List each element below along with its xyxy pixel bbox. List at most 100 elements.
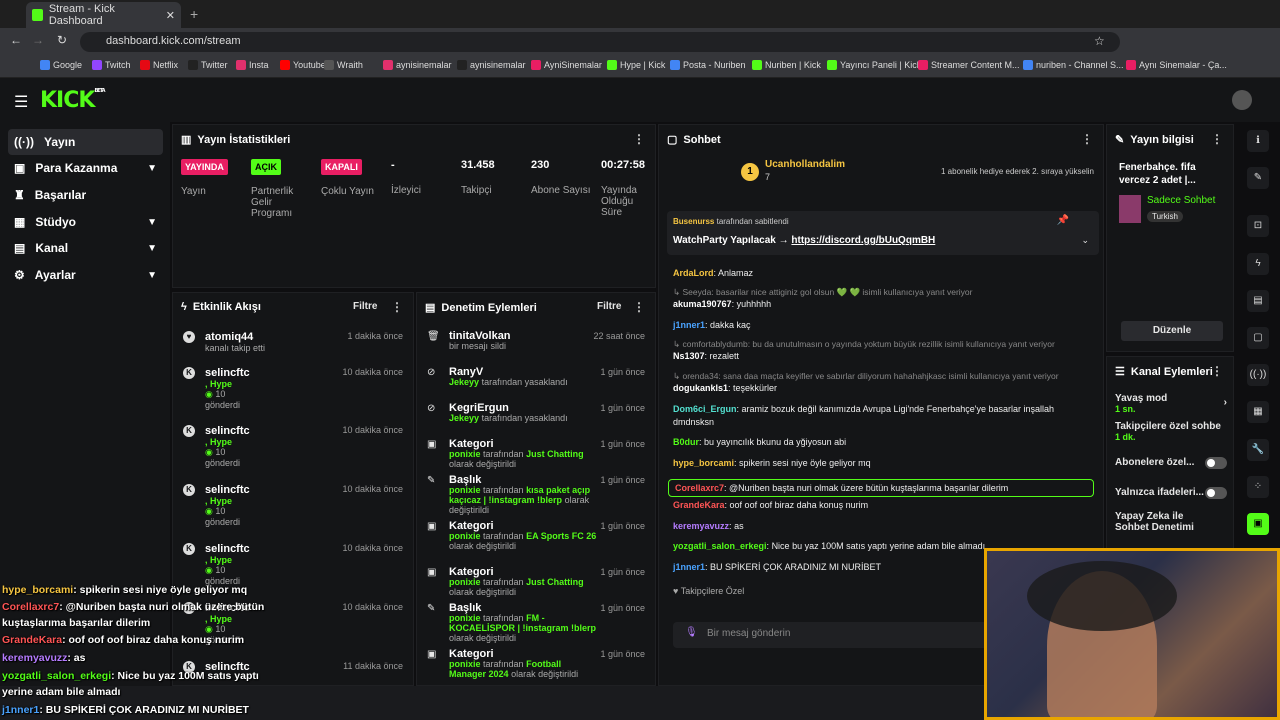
kick-coin-icon: ◉ — [205, 447, 213, 457]
list-icon: ☰ — [1115, 366, 1125, 378]
app-icon[interactable]: ▣ — [1247, 513, 1269, 535]
chat-message[interactable]: Dom6ci_Ergun: aramiz bozuk değil kanımız… — [673, 403, 1083, 429]
bolt-icon[interactable]: ϟ — [1247, 253, 1269, 275]
document-icon[interactable]: ▤ — [1247, 290, 1269, 312]
close-tab-icon[interactable]: ✕ — [166, 9, 175, 22]
bookmark-item[interactable]: Insta — [236, 60, 269, 70]
broadcast-icon: ((·)) — [14, 135, 34, 149]
chat-message[interactable]: j1nner1: dakka kaç — [673, 320, 751, 330]
new-tab-button[interactable]: + — [190, 6, 198, 22]
bookmark-item[interactable]: AyniSinemalar — [531, 60, 602, 70]
bookmark-item[interactable]: Yayıncı Paneli | Kick — [827, 60, 921, 70]
action-followers-only[interactable]: Takipçilere özel sohbe 1 dk. — [1115, 421, 1227, 443]
tab-title: Stream - Kick Dashboard — [48, 3, 115, 27]
kick-logo[interactable]: KICKBETA — [40, 88, 106, 113]
more-icon[interactable]: ⋮ — [1081, 132, 1093, 146]
more-icon[interactable]: ⋮ — [1211, 364, 1223, 378]
discord-link[interactable]: https://discord.gg/bUuQqmBH — [791, 235, 935, 246]
stream-stats-panel: ▥ Yayın İstatistikleri ⋮ YAYINDA Yayın AÇI… — [172, 124, 656, 288]
activity-item: K selincftc , Hype ◉ 10 gönderdi 10 dakika… — [173, 367, 413, 410]
pencil-icon[interactable]: ✎ — [1247, 167, 1269, 189]
broadcast-icon[interactable]: ((·)) — [1247, 364, 1269, 386]
bookmark-item[interactable]: Aynı Sinemalar - Ça... — [1126, 60, 1227, 70]
bookmark-item[interactable]: Streamer Content M... — [918, 60, 1020, 70]
bookmark-item[interactable]: Youtube — [280, 60, 326, 70]
edit-button[interactable]: Düzenle — [1121, 321, 1223, 341]
chat-message[interactable]: yozgatli_salon_erkegi: Nice bu yaz 100M … — [673, 541, 985, 551]
reply-context: ↳ orenda34: sana daa maçta keyifler ve s… — [673, 371, 1059, 381]
chat-message[interactable]: j1nner1: BU SPİKERİ ÇOK ARADINIZ MI NURİ… — [673, 562, 881, 572]
chat-icon[interactable]: ▢ — [1247, 327, 1269, 349]
url-input[interactable]: dashboard.kick.com/stream — [80, 32, 1120, 52]
info-icon[interactable]: ℹ — [1247, 130, 1269, 152]
chat-input[interactable]: 🎙 Bir mesaj gönderin — [673, 622, 993, 648]
chat-message[interactable]: keremyavuzz: as — [673, 521, 744, 531]
sidebar-item-ayarlar[interactable]: ⚙ Ayarlar ▼ — [8, 262, 163, 288]
bookmark-favicon-icon — [1126, 60, 1136, 70]
chat-message[interactable]: Ns1307: rezalett — [673, 351, 739, 361]
action-ai-moderation[interactable]: Yapay Zeka ile Sohbet Denetimi — [1115, 511, 1211, 533]
bookmark-item[interactable]: aynisinemalar — [383, 60, 452, 70]
stat-yayin: YAYINDA Yayın — [181, 159, 241, 197]
filter-button[interactable]: Filtre — [353, 301, 377, 312]
menu-icon[interactable]: ☰ — [14, 92, 28, 112]
pin-icon[interactable]: 📌 — [1057, 215, 1069, 226]
chevron-down-icon: ▼ — [147, 242, 157, 254]
back-icon[interactable]: ← — [10, 33, 22, 47]
bookmark-item[interactable]: Twitter — [188, 60, 228, 70]
reload-icon[interactable]: ↻ — [57, 33, 67, 47]
trash-icon: 🗑 — [427, 331, 440, 342]
filter-button[interactable]: Filtre — [597, 301, 621, 312]
chat-message[interactable]: ArdaLord: Anlamaz — [673, 268, 753, 278]
forward-icon[interactable]: → — [32, 33, 44, 47]
sidebar-item-basarilar[interactable]: ♜ Başarılar — [8, 182, 163, 208]
chat-message[interactable]: B0dur: bu yayıncılık bkunu da yğiyosun a… — [673, 437, 846, 447]
bookmark-item[interactable]: nuriben - Channel S... — [1023, 60, 1124, 70]
action-subs-only[interactable]: Abonelere özel... — [1115, 457, 1227, 469]
sidebar-item-yayin[interactable]: ((·)) Yayın — [8, 129, 163, 155]
bookmark-item[interactable]: Netflix — [140, 60, 178, 70]
browser-tab[interactable]: Stream - Kick Dashboard ✕ — [26, 2, 181, 28]
action-slow-mode[interactable]: Yavaş mod 1 sn. › — [1115, 393, 1227, 415]
store-icon[interactable]: ▦ — [1247, 401, 1269, 423]
reply-icon: ↳ — [673, 339, 681, 349]
category-link[interactable]: Sadece Sohbet — [1147, 195, 1215, 206]
studio-icon: ▦ — [14, 215, 26, 229]
sidebar-item-studyo[interactable]: ▦ Stüdyo ▼ — [8, 209, 163, 235]
more-icon[interactable]: ⋮ — [391, 300, 403, 314]
bookmark-item[interactable]: Hype | Kick — [607, 60, 665, 70]
chat-message[interactable]: dogukankls1: teşekkürler — [673, 383, 777, 393]
scan-icon[interactable]: ⊡ — [1247, 215, 1269, 237]
chat-message[interactable]: akuma190767: yuhhhhh — [673, 299, 771, 309]
chat-message[interactable]: GrandeKara: oof oof oof biraz daha konuş… — [673, 500, 868, 510]
moderation-item: ▣ Kategori ponixie tarafından Just Chatt… — [427, 566, 645, 598]
top-count: 7 — [765, 172, 771, 182]
bookmark-item[interactable]: aynisinemalar — [457, 60, 526, 70]
bookmark-item[interactable]: Nuriben | Kick — [752, 60, 821, 70]
bookmark-item[interactable]: Posta - Nuriben — [670, 60, 746, 70]
bookmark-star-icon[interactable]: ☆ — [1094, 34, 1105, 48]
subs-only-toggle[interactable] — [1205, 457, 1227, 469]
chat-message[interactable]: Corellaxrc7: @Nuriben başta nuri olmak ü… — [668, 479, 1094, 497]
action-emotes-only[interactable]: Yalnızca ifadeleri... — [1115, 487, 1227, 499]
bookmark-item[interactable]: Wraith — [324, 60, 363, 70]
emotes-only-toggle[interactable] — [1205, 487, 1227, 499]
channel-icon: ▤ — [14, 241, 26, 255]
activity-item: ♥ atomiq44 kanalı takip etti 1 dakika ön… — [173, 331, 413, 353]
dots-icon[interactable]: ⁘ — [1247, 476, 1269, 498]
bookmark-item[interactable]: Twitch — [92, 60, 131, 70]
sidebar-item-kanal[interactable]: ▤ Kanal ▼ — [8, 235, 163, 261]
chevron-down-icon[interactable]: ⌄ — [1081, 235, 1089, 246]
kick-icon: K — [183, 543, 195, 555]
more-icon[interactable]: ⋮ — [633, 300, 645, 314]
overlay-chat-line: GrandeKara: oof oof oof biraz daha konuş… — [2, 634, 245, 646]
bookmark-favicon-icon — [918, 60, 928, 70]
more-icon[interactable]: ⋮ — [633, 132, 645, 146]
more-icon[interactable]: ⋮ — [1211, 132, 1223, 146]
avatar[interactable] — [1232, 90, 1252, 110]
sidebar-item-para-kazanma[interactable]: ▣ Para Kazanma ▼ — [8, 155, 163, 181]
category-icon: ▣ — [427, 521, 437, 532]
wrench-icon[interactable]: 🔧 — [1247, 439, 1269, 461]
chat-message[interactable]: hype_borcami: spikerin sesi niye öyle ge… — [673, 458, 871, 468]
bookmark-item[interactable]: Google — [40, 60, 82, 70]
